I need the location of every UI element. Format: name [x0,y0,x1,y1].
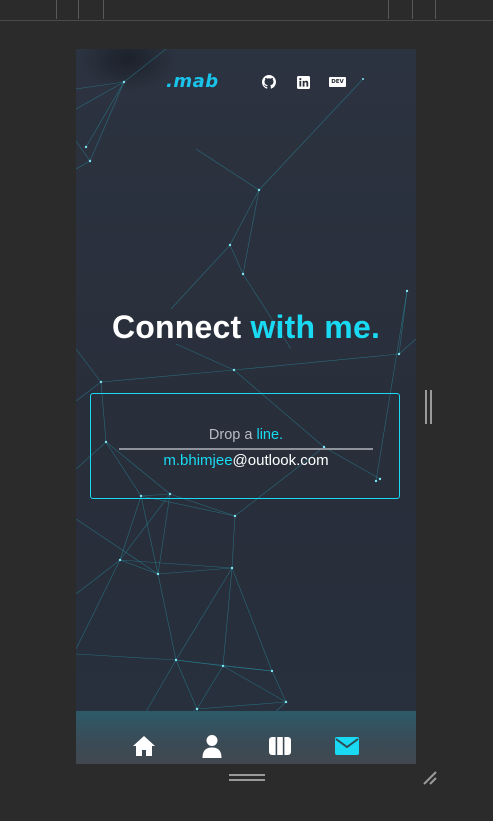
page-title: Connect with me. [76,309,416,346]
nav-projects-button[interactable] [268,733,292,759]
dev-icon: DEV [329,77,346,87]
bottom-navigation [76,711,416,764]
toolbar-divider [56,0,57,19]
home-icon [133,736,155,756]
toolbar-divider [388,0,389,19]
width-resize-handle[interactable] [425,390,433,424]
device-viewport: .mab DEV Connect with me. Drop a line. m… [76,49,416,764]
contact-prompt: Drop a line. [91,427,401,443]
device-toolbar [0,0,493,21]
email-user: m.bhimjee [163,452,233,469]
columns-icon [269,737,291,755]
mail-icon [335,737,359,755]
height-resize-handle[interactable] [229,774,265,782]
linkedin-icon [296,75,310,89]
email-domain: @outlook.com [232,452,329,469]
nav-home-button[interactable] [131,733,157,759]
nav-about-button[interactable] [200,733,224,759]
github-link[interactable] [262,75,276,89]
corner-resize-handle[interactable] [420,768,440,788]
user-icon [202,735,222,758]
toolbar-divider [103,0,104,19]
toolbar-divider [435,0,436,19]
nav-contact-button[interactable] [334,733,360,759]
linkedin-link[interactable] [296,75,310,89]
email-link[interactable]: m.bhimjee@outlook.com [91,452,401,469]
prompt-accent: line. [256,427,284,443]
toolbar-divider [78,0,79,19]
site-logo[interactable]: .mab [166,71,226,97]
dev-link[interactable]: DEV [329,75,346,89]
toolbar-divider [412,0,413,19]
contact-card: Drop a line. m.bhimjee@outlook.com [90,393,400,499]
contact-divider [119,448,373,450]
title-part-primary: Connect [111,309,242,345]
github-icon [262,75,276,89]
prompt-text: Drop a [208,427,253,443]
title-part-accent: with me. [250,309,381,345]
